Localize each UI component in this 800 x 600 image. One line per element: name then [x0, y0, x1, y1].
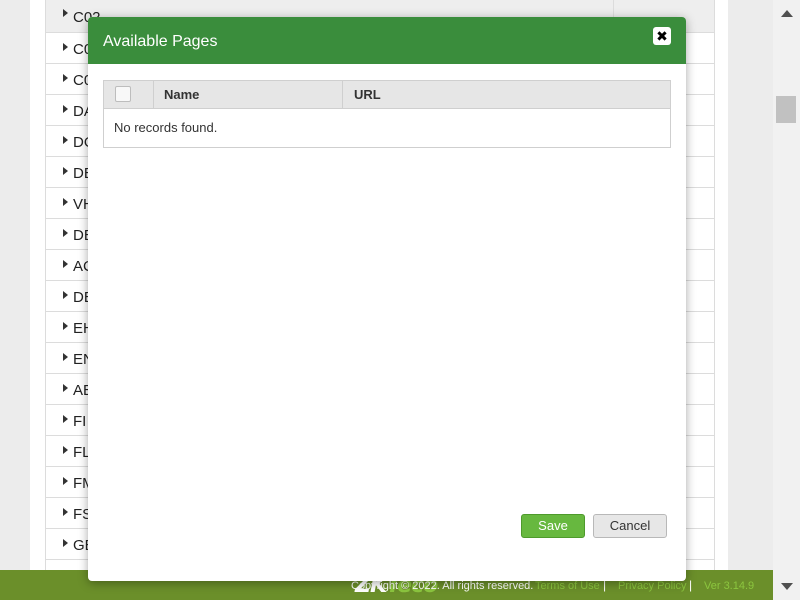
dialog-title: Available Pages — [103, 33, 218, 50]
save-button[interactable]: Save — [521, 514, 585, 538]
column-header-name[interactable]: Name — [154, 81, 343, 108]
expand-arrow-icon[interactable] — [63, 446, 68, 454]
expand-arrow-icon[interactable] — [63, 415, 68, 423]
expand-arrow-icon[interactable] — [63, 353, 68, 361]
expand-arrow-icon[interactable] — [63, 539, 68, 547]
expand-arrow-icon[interactable] — [63, 384, 68, 392]
scroll-up-arrow-icon[interactable] — [781, 10, 793, 17]
expand-arrow-icon[interactable] — [63, 74, 68, 82]
privacy-policy-link[interactable]: Privacy Policy — [618, 580, 686, 592]
version-text: Ver 3.14.9 — [704, 580, 755, 592]
expand-arrow-icon[interactable] — [63, 198, 68, 206]
expand-arrow-icon[interactable] — [63, 260, 68, 268]
page-scrollbar[interactable] — [773, 0, 800, 600]
empty-message: No records found. — [114, 120, 218, 135]
select-all-checkbox[interactable] — [115, 86, 131, 102]
expand-arrow-icon[interactable] — [63, 477, 68, 485]
dialog-header: Available Pages ✖ — [88, 17, 686, 64]
expand-arrow-icon[interactable] — [63, 229, 68, 237]
expand-arrow-icon[interactable] — [63, 322, 68, 330]
cancel-button[interactable]: Cancel — [593, 514, 667, 538]
select-all-cell — [104, 81, 154, 108]
tree-row-label: FI — [73, 413, 87, 430]
close-icon[interactable]: ✖ — [653, 27, 671, 45]
expand-arrow-icon[interactable] — [63, 43, 68, 51]
scroll-down-arrow-icon[interactable] — [781, 583, 793, 590]
column-header-url[interactable]: URL — [344, 81, 381, 108]
expand-arrow-icon[interactable] — [63, 508, 68, 516]
copyright-text: Copyright © 2022. All rights reserved. — [351, 580, 534, 592]
expand-arrow-icon[interactable] — [63, 136, 68, 144]
grid-header: Name URL — [104, 81, 670, 109]
scroll-thumb[interactable] — [776, 96, 796, 123]
expand-arrow-icon[interactable] — [63, 9, 68, 17]
available-pages-dialog: Available Pages ✖ Name URL No records fo… — [88, 17, 686, 581]
pages-grid: Name URL No records found. — [103, 80, 671, 148]
expand-arrow-icon[interactable] — [63, 291, 68, 299]
footer-separator: | — [689, 578, 693, 592]
expand-arrow-icon[interactable] — [63, 167, 68, 175]
expand-arrow-icon[interactable] — [63, 105, 68, 113]
terms-of-use-link[interactable]: Terms of Use — [535, 580, 600, 592]
